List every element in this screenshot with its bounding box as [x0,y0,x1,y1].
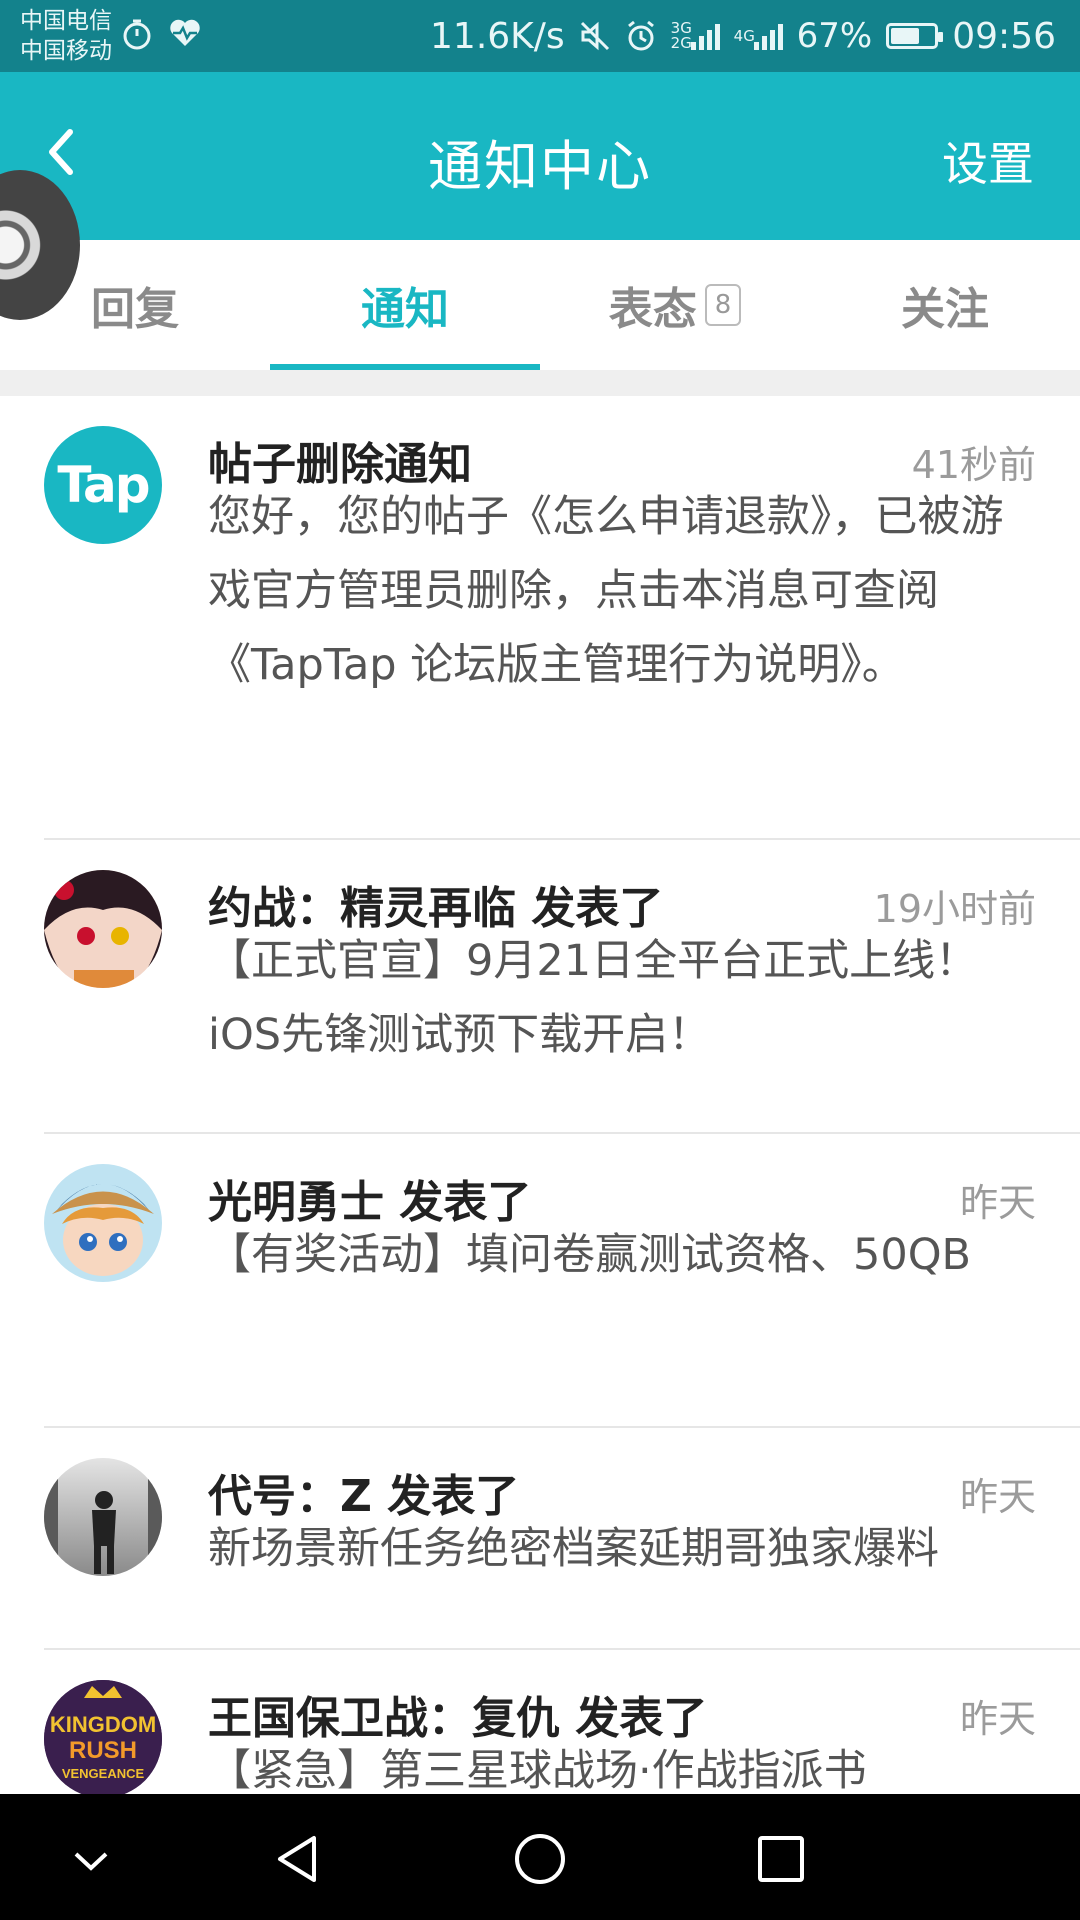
count-badge: 8 [704,284,742,326]
app-header: 通知中心 设置 [0,72,1080,240]
list-item[interactable]: 代号：Z 发表了 昨天 新场景新任务绝密档案延期哥独家爆料 [44,1428,1080,1650]
avatar [44,1458,162,1576]
list-item[interactable]: 约战：精灵再临 发表了 19小时前 【正式官宣】9月21日全平台正式上线！iOS… [44,840,1080,1134]
tab-notifications[interactable]: 通知 [270,240,540,370]
hide-keyboard-chevron-icon[interactable] [56,1824,126,1894]
notification-body: 新场景新任务绝密档案延期哥独家爆料 [208,1524,939,1574]
carrier-2: 中国移动 [20,38,112,64]
settings-button[interactable]: 设置 [942,128,1034,194]
tab-following[interactable]: 关注 [810,240,1080,370]
list-item[interactable]: Tap 帖子删除通知 41秒前 您好，您的帖子《怎么申请退款》，已被游戏官方管理… [44,396,1080,840]
mute-icon [580,21,609,51]
avatar [44,1164,162,1282]
notification-body: 【有奖活动】填问卷赢测试资格、50QB [208,1230,972,1280]
notification-body: 您好，您的帖子《怎么申请退款》，已被游戏官方管理员删除，点击本消息可查阅《Tap… [208,492,1004,690]
tab-bar: 回复 通知 表态 8 关注 [0,240,1080,370]
svg-text:VENGEANCE: VENGEANCE [62,1766,145,1781]
notification-body: 【紧急】第三星球战场·作战指派书 [208,1746,867,1794]
svg-text:RUSH: RUSH [69,1737,137,1764]
svg-text:KINGDOM: KINGDOM [50,1712,156,1737]
health-heart-icon [170,19,200,46]
stopwatch-icon [123,19,151,50]
list-item[interactable]: 光明勇士 发表了 昨天 【有奖活动】填问卷赢测试资格、50QB [44,1134,1080,1428]
notification-body: 【正式官宣】9月21日全平台正式上线！iOS先锋测试预下载开启！ [208,936,979,1060]
page-title: 通知中心 [428,135,652,198]
divider [0,370,1080,396]
signal-2: 4G [734,22,783,50]
list-item[interactable]: KINGDOM RUSH VENGEANCE 王国保卫战：复仇 发表了 昨天 【… [44,1650,1080,1794]
home-icon[interactable] [505,1824,575,1894]
status-bar: 中国电信 中国移动 11.6K/s 3G 2G 4G 67% 09:56 [0,0,1080,72]
avatar [44,870,162,988]
signal-bars-icon [753,22,783,50]
signal-bars-icon [690,22,720,50]
recent-apps-icon[interactable] [746,1824,816,1894]
battery-icon [886,23,944,49]
carrier-1: 中国电信 [20,8,112,34]
avatar: KINGDOM RUSH VENGEANCE [44,1680,162,1794]
notification-list[interactable]: Tap 帖子删除通知 41秒前 您好，您的帖子《怎么申请退款》，已被游戏官方管理… [0,396,1080,1794]
avatar: Tap [44,426,162,544]
carrier-info: 中国电信 中国移动 [20,6,112,66]
clock: 09:56 [952,15,1056,57]
network-speed: 11.6K/s [430,15,565,57]
battery-percent: 67% [796,16,873,56]
system-navigation-bar [0,1794,1080,1920]
back-icon[interactable] [264,1824,334,1894]
tab-reactions[interactable]: 表态 8 [540,240,810,370]
alarm-icon [627,20,654,51]
signal-1: 3G 2G [671,21,720,51]
